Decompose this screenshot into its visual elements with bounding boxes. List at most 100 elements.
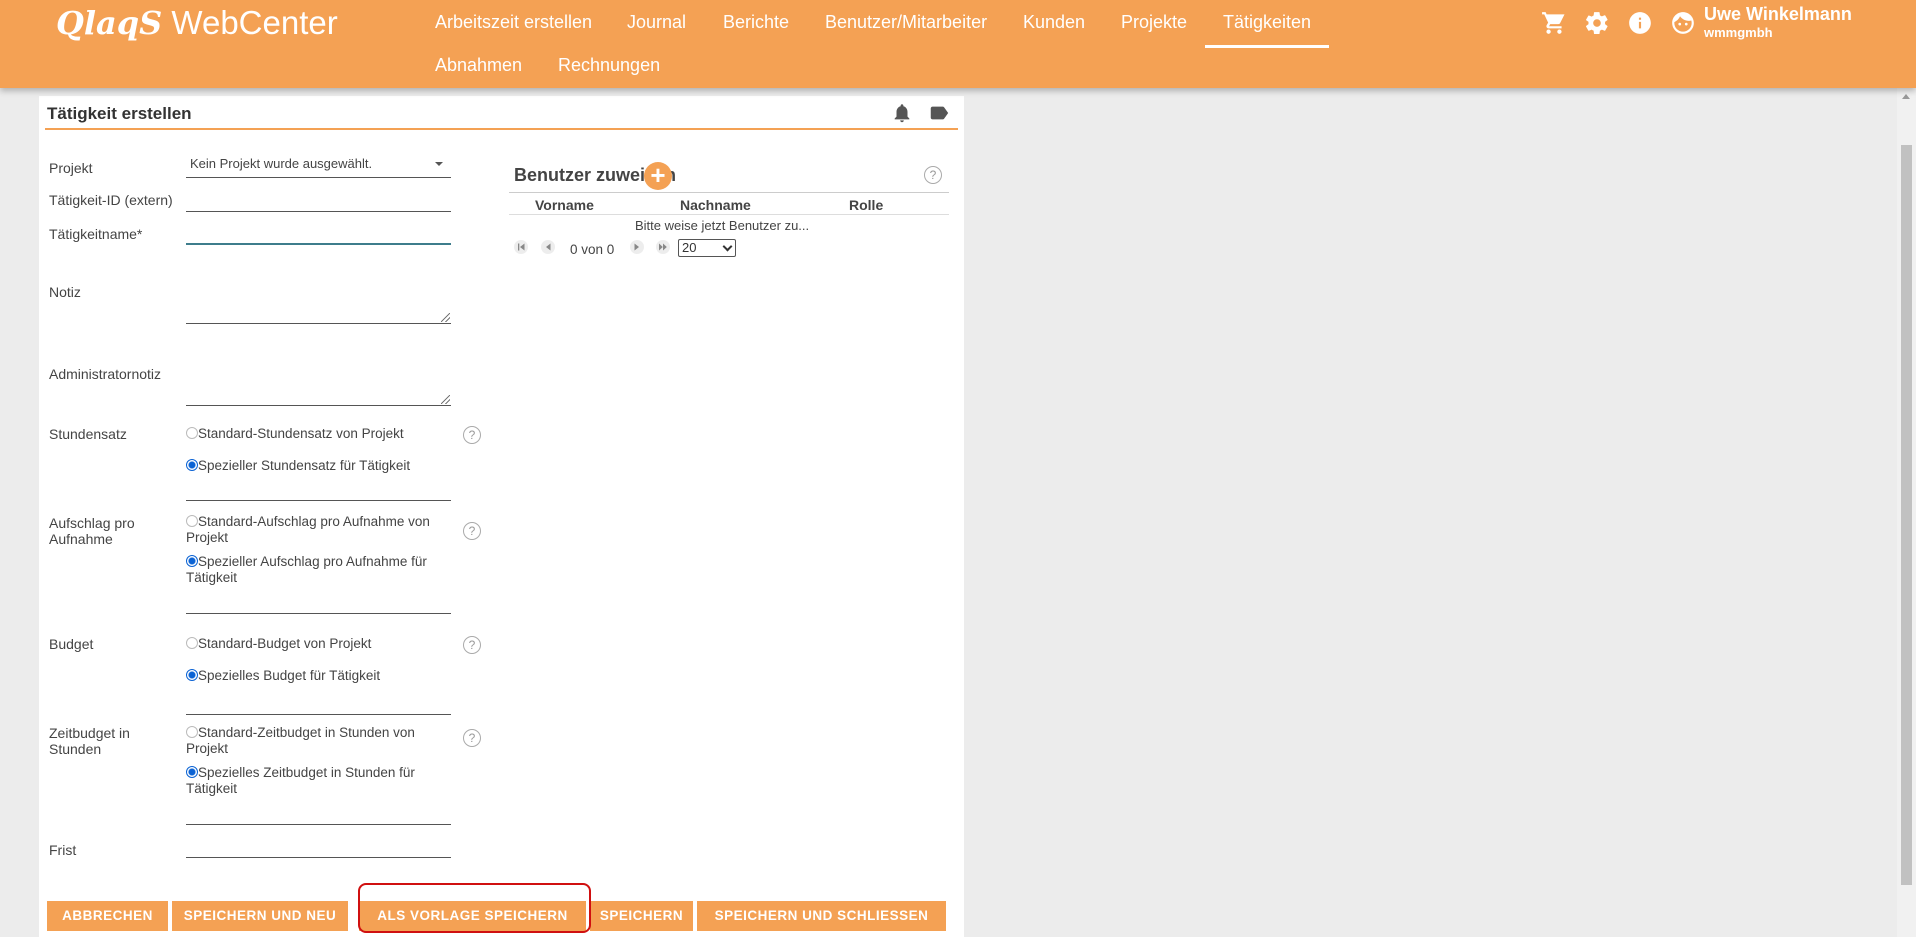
frist-input[interactable]: [186, 834, 451, 858]
card-title-divider: [45, 128, 958, 130]
stundensatz-label: Stundensatz: [49, 426, 127, 442]
radio-button[interactable]: [186, 515, 198, 527]
nav-projekte[interactable]: Projekte: [1121, 12, 1187, 33]
nav-abnahmen[interactable]: Abnahmen: [435, 55, 522, 76]
nav-journal[interactable]: Journal: [627, 12, 686, 33]
create-activity-card: Tätigkeit erstellen Projekt Kein Projekt…: [39, 96, 964, 937]
save-and-new-button[interactable]: SPEICHERN UND NEU: [172, 901, 348, 931]
radio-button-selected[interactable]: [186, 669, 198, 681]
aufschlag-input[interactable]: [186, 590, 451, 614]
cart-icon[interactable]: [1541, 10, 1567, 36]
nav-rechnungen[interactable]: Rechnungen: [558, 55, 660, 76]
chevron-down-icon: [722, 241, 733, 252]
notiz-label: Notiz: [49, 284, 81, 300]
nav-kunden[interactable]: Kunden: [1023, 12, 1085, 33]
chevron-down-icon: [435, 162, 443, 166]
projekt-select[interactable]: Kein Projekt wurde ausgewählt.: [186, 153, 451, 178]
radio-button[interactable]: [186, 726, 198, 738]
zeitbudget-option-speziell-label: Spezielles Zeitbudget in Stunden für Tät…: [186, 765, 415, 796]
stundensatz-input[interactable]: [186, 477, 451, 501]
taetigkeitname-input[interactable]: [186, 221, 451, 245]
budget-label: Budget: [49, 636, 94, 652]
save-button[interactable]: SPEICHERN: [590, 901, 693, 931]
zeitbudget-option-standard-label: Standard-Zeitbudget in Stunden von Proje…: [186, 725, 415, 756]
budget-option-speziell[interactable]: Spezielles Budget für Tätigkeit: [186, 668, 451, 684]
scroll-up-icon[interactable]: [1902, 94, 1910, 99]
aufschlag-option-speziell-label: Spezieller Aufschlag pro Aufnahme für Tä…: [186, 554, 427, 585]
nav-arbeitszeit-erstellen[interactable]: Arbeitszeit erstellen: [435, 12, 592, 33]
user-name[interactable]: Uwe Winkelmann: [1704, 4, 1852, 25]
projekt-label: Projekt: [49, 160, 93, 176]
page-scrollbar[interactable]: [1897, 88, 1916, 937]
help-icon[interactable]: ?: [924, 166, 942, 184]
logo-product: WebCenter: [162, 4, 338, 41]
taetigkeitname-label: Tätigkeitname*: [49, 226, 143, 242]
column-header-vorname[interactable]: Vorname: [535, 197, 594, 213]
nav-taetigkeiten[interactable]: Tätigkeiten: [1204, 12, 1330, 48]
zeitbudget-label: Zeitbudget in Stunden: [49, 725, 130, 757]
table-divider: [509, 192, 949, 193]
help-icon[interactable]: ?: [463, 636, 481, 654]
user-company: wmmgmbh: [1704, 25, 1773, 40]
cancel-button[interactable]: ABBRECHEN: [47, 901, 168, 931]
aufschlag-label: Aufschlag pro Aufnahme: [49, 515, 135, 547]
radio-button[interactable]: [186, 637, 198, 649]
budget-option-standard-label: Standard-Budget von Projekt: [198, 636, 372, 651]
bell-icon[interactable]: [891, 102, 913, 124]
logo-brand: QlaqS: [56, 4, 163, 42]
zeitbudget-input[interactable]: [186, 801, 451, 825]
aufschlag-option-speziell[interactable]: Spezieller Aufschlag pro Aufnahme für Tä…: [186, 554, 451, 586]
next-page-icon[interactable]: [630, 240, 644, 254]
stundensatz-option-speziell-label: Spezieller Stundensatz für Tätigkeit: [198, 458, 411, 473]
notiz-textarea[interactable]: [186, 290, 451, 324]
taetigkeit-id-input[interactable]: [186, 188, 451, 212]
help-icon[interactable]: ?: [463, 729, 481, 747]
page-size-select[interactable]: 20: [678, 239, 736, 257]
column-header-nachname[interactable]: Nachname: [680, 197, 751, 213]
column-header-rolle[interactable]: Rolle: [849, 197, 883, 213]
zeitbudget-option-speziell[interactable]: Spezielles Zeitbudget in Stunden für Tät…: [186, 765, 451, 797]
zeitbudget-option-standard[interactable]: Standard-Zeitbudget in Stunden von Proje…: [186, 725, 451, 757]
radio-button-selected[interactable]: [186, 766, 198, 778]
taetigkeit-id-label: Tätigkeit-ID (extern): [49, 192, 173, 208]
aufschlag-option-standard[interactable]: Standard-Aufschlag pro Aufnahme von Proj…: [186, 514, 451, 546]
pager-status: 0 von 0: [570, 242, 615, 257]
top-navigation-bar: QlaqS WebCenter Arbeitszeit erstellen Jo…: [0, 0, 1916, 88]
user-face-icon[interactable]: [1670, 10, 1696, 36]
resize-handle-icon[interactable]: [441, 313, 450, 322]
radio-button[interactable]: [186, 427, 198, 439]
page-size-value: 20: [682, 240, 697, 255]
nav-berichte[interactable]: Berichte: [723, 12, 789, 33]
prev-page-icon[interactable]: [541, 240, 555, 254]
info-icon[interactable]: [1627, 10, 1653, 36]
projekt-select-value: Kein Projekt wurde ausgewählt.: [190, 156, 373, 171]
radio-button-selected[interactable]: [186, 555, 198, 567]
help-icon[interactable]: ?: [463, 522, 481, 540]
first-page-icon[interactable]: [514, 240, 528, 254]
scrollbar-thumb[interactable]: [1901, 145, 1912, 885]
stundensatz-option-standard[interactable]: Standard-Stundensatz von Projekt: [186, 426, 451, 442]
budget-option-standard[interactable]: Standard-Budget von Projekt: [186, 636, 451, 652]
save-and-close-button[interactable]: SPEICHERN UND SCHLIESSEN: [697, 901, 946, 931]
gear-icon[interactable]: [1584, 10, 1610, 36]
admin-notiz-textarea[interactable]: [186, 372, 451, 406]
radio-button-selected[interactable]: [186, 459, 198, 471]
card-title: Tätigkeit erstellen: [47, 104, 192, 123]
tag-icon[interactable]: [928, 102, 950, 124]
app-logo[interactable]: QlaqS WebCenter: [56, 4, 338, 42]
save-as-template-button[interactable]: ALS VORLAGE SPEICHERN: [359, 901, 586, 931]
nav-benutzer-mitarbeiter[interactable]: Benutzer/Mitarbeiter: [825, 12, 987, 33]
stundensatz-option-speziell[interactable]: Spezieller Stundensatz für Tätigkeit: [186, 458, 451, 474]
aufschlag-option-standard-label: Standard-Aufschlag pro Aufnahme von Proj…: [186, 514, 430, 545]
admin-notiz-label: Administratornotiz: [49, 366, 162, 382]
empty-table-message: Bitte weise jetzt Benutzer zu...: [635, 218, 810, 233]
last-page-icon[interactable]: [656, 240, 670, 254]
budget-option-speziell-label: Spezielles Budget für Tätigkeit: [198, 668, 381, 683]
resize-handle-icon[interactable]: [441, 395, 450, 404]
stundensatz-option-standard-label: Standard-Stundensatz von Projekt: [198, 426, 404, 441]
table-divider: [509, 214, 949, 215]
budget-input[interactable]: [186, 691, 451, 715]
frist-label: Frist: [49, 842, 77, 858]
add-user-button[interactable]: +: [644, 162, 672, 190]
help-icon[interactable]: ?: [463, 426, 481, 444]
